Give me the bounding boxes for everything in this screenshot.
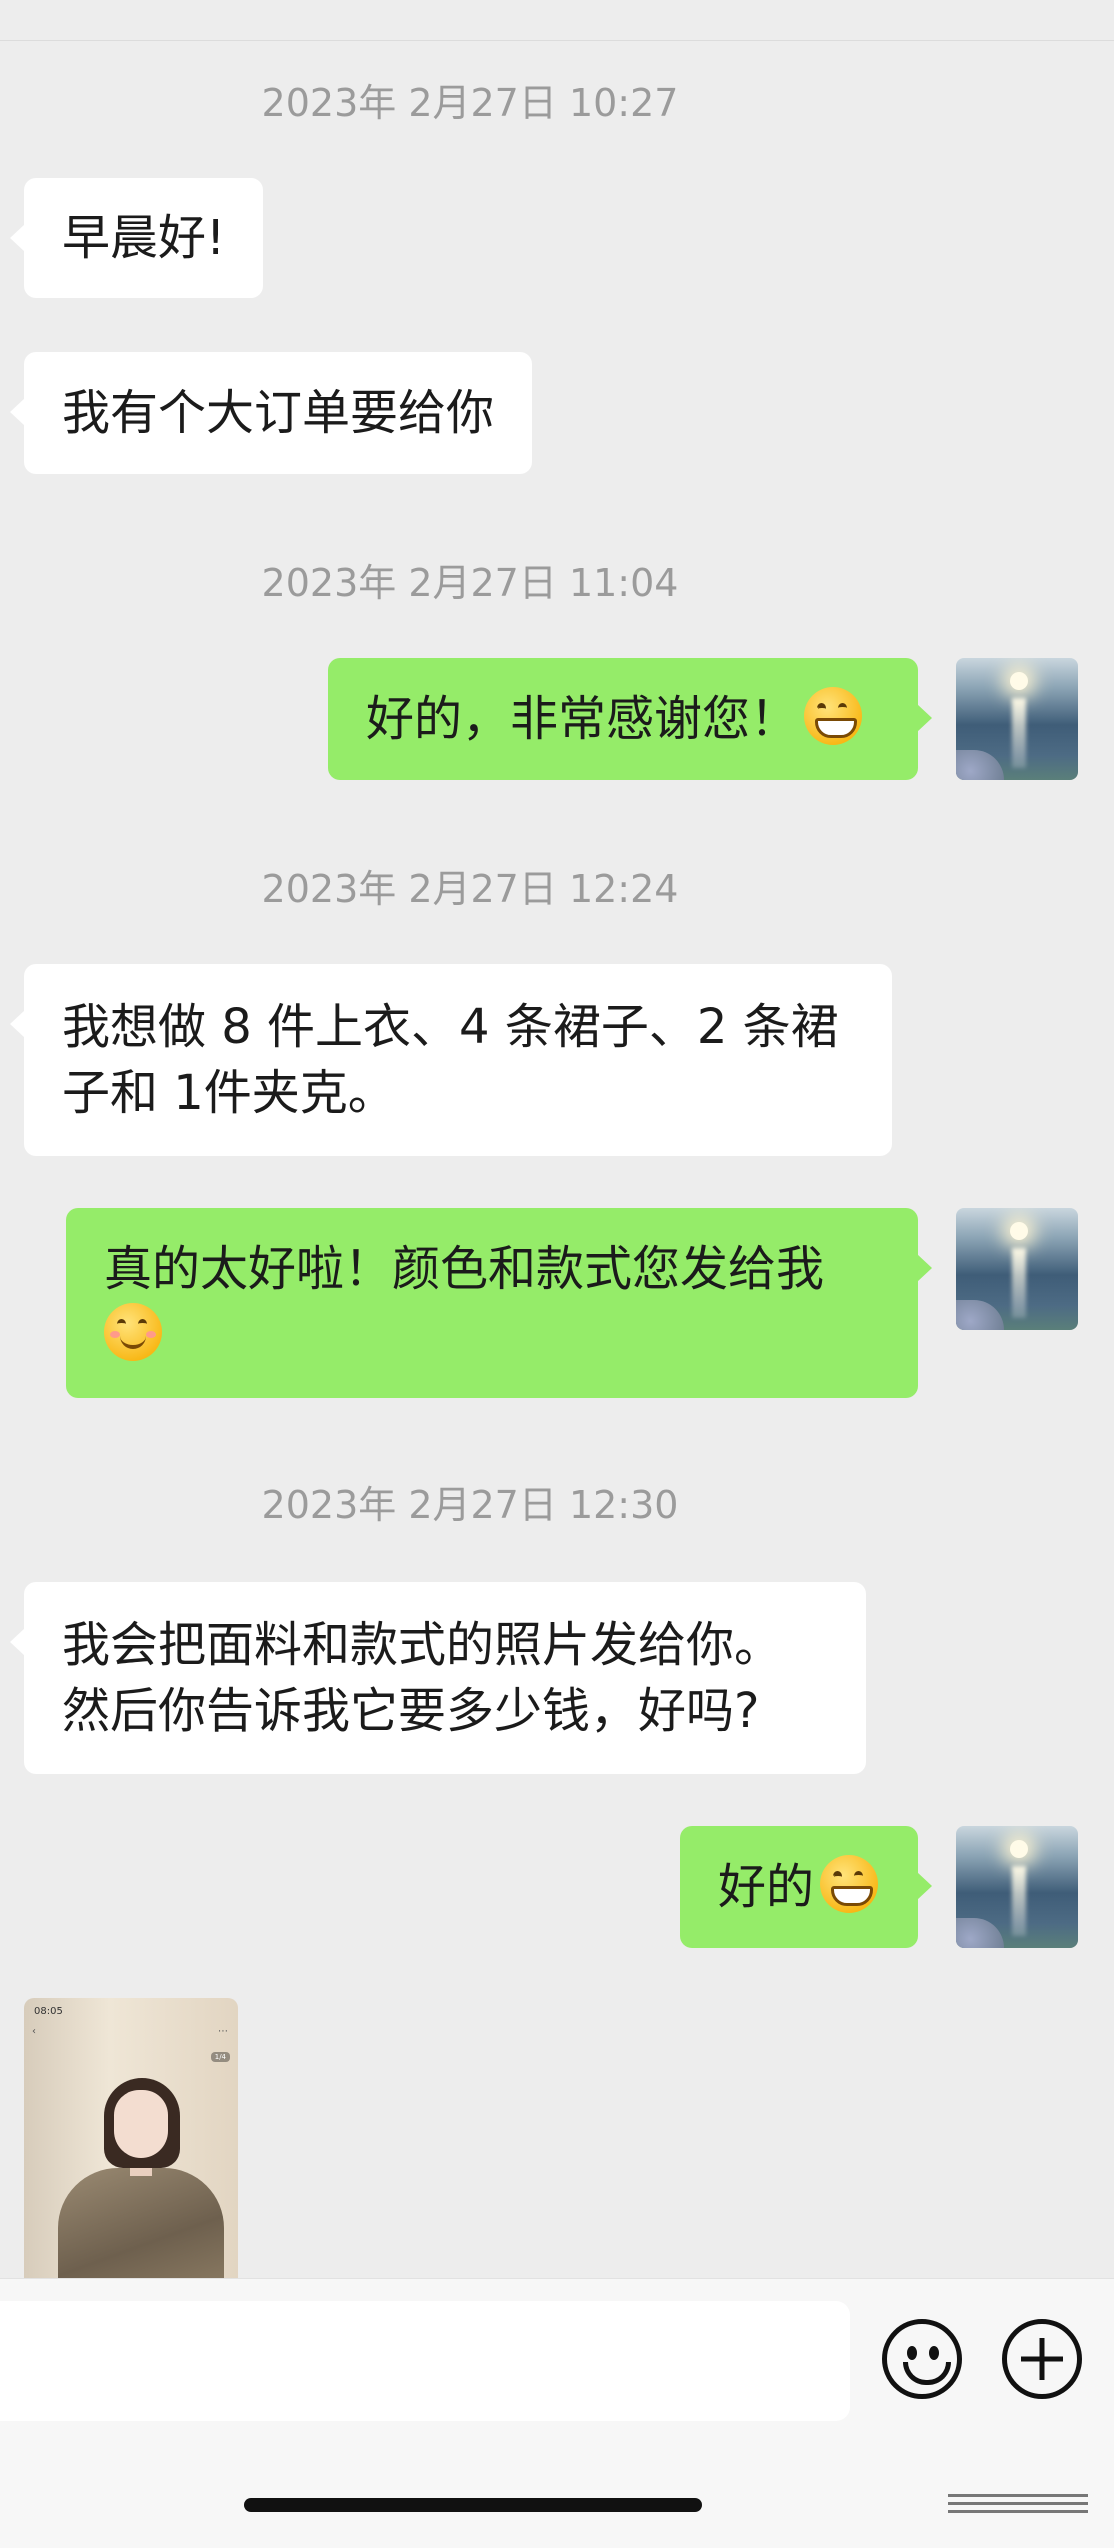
plus-icon[interactable] [1002, 2319, 1082, 2399]
avatar[interactable] [956, 1208, 1078, 1330]
chat-header: · · · [0, 0, 1114, 41]
home-indicator[interactable] [244, 2498, 702, 2512]
message-text: 真的太好啦！颜色和款式您发给我 [104, 1236, 880, 1368]
photo-count-badge: 1/4 [210, 2052, 230, 2062]
grin-face-icon [820, 1855, 879, 1913]
photo-nav: ‹ ⋯ [32, 2026, 228, 2037]
timestamp: 2023年 2月27日 12:24 [261, 867, 679, 911]
product-photo-message[interactable]: 08:05 ‹ ⋯ 1/4 [24, 1998, 238, 2278]
message-text: 好的，非常感谢您！ [366, 686, 880, 752]
message-text: 我会把面料和款式的照片发给你。 然后你告诉我它要多少钱，好吗? [62, 1617, 783, 1739]
message-input[interactable] [0, 2301, 850, 2421]
keyboard-toggle-icon[interactable] [948, 2494, 1088, 2518]
incoming-message[interactable]: 我有个大订单要给你 [9, 352, 533, 474]
incoming-message[interactable]: 早晨好! [9, 178, 264, 298]
outgoing-message[interactable]: 真的太好啦！颜色和款式您发给我 [66, 1208, 932, 1398]
chat-screen: · · · 2023年 2月27日 10:27 早晨好! 我有个大订单要给你 2… [0, 0, 1114, 2548]
grin-face-icon [804, 687, 863, 745]
message-text: 我想做 8 件上衣、4 条裙子、2 条裙 子和 1件夹克。 [62, 999, 839, 1121]
timestamp: 2023年 2月27日 10:27 [261, 81, 679, 125]
smiling-face-icon [104, 1303, 162, 1361]
emoji-icon[interactable] [882, 2319, 962, 2399]
message-text-body: 真的太好啦！颜色和款式您发给我 [104, 1241, 825, 1297]
outgoing-message[interactable]: 好的，非常感谢您！ [328, 658, 932, 780]
message-text: 早晨好! [62, 210, 226, 266]
avatar[interactable] [956, 1826, 1078, 1948]
message-text: 好的 [718, 1854, 880, 1920]
message-text-body: 好的，非常感谢您！ [366, 691, 799, 747]
incoming-message[interactable]: 我想做 8 件上衣、4 条裙子、2 条裙 子和 1件夹克。 [10, 964, 892, 1156]
outgoing-message[interactable]: 好的 [680, 1826, 932, 1948]
model-body-shape [58, 2168, 224, 2278]
chat-title: · · · [500, 0, 573, 24]
message-text: 我有个大订单要给你 [62, 385, 495, 441]
avatar[interactable] [956, 658, 1078, 780]
model-face-shape [114, 2090, 168, 2158]
timestamp: 2023年 2月27日 11:04 [261, 561, 679, 605]
incoming-message[interactable]: 我会把面料和款式的照片发给你。 然后你告诉我它要多少钱，好吗? [10, 1582, 866, 1774]
timestamp: 2023年 2月27日 12:30 [261, 1483, 679, 1527]
photo-statusbar-time: 08:05 [34, 2006, 63, 2017]
message-text-body: 好的 [718, 1859, 815, 1915]
